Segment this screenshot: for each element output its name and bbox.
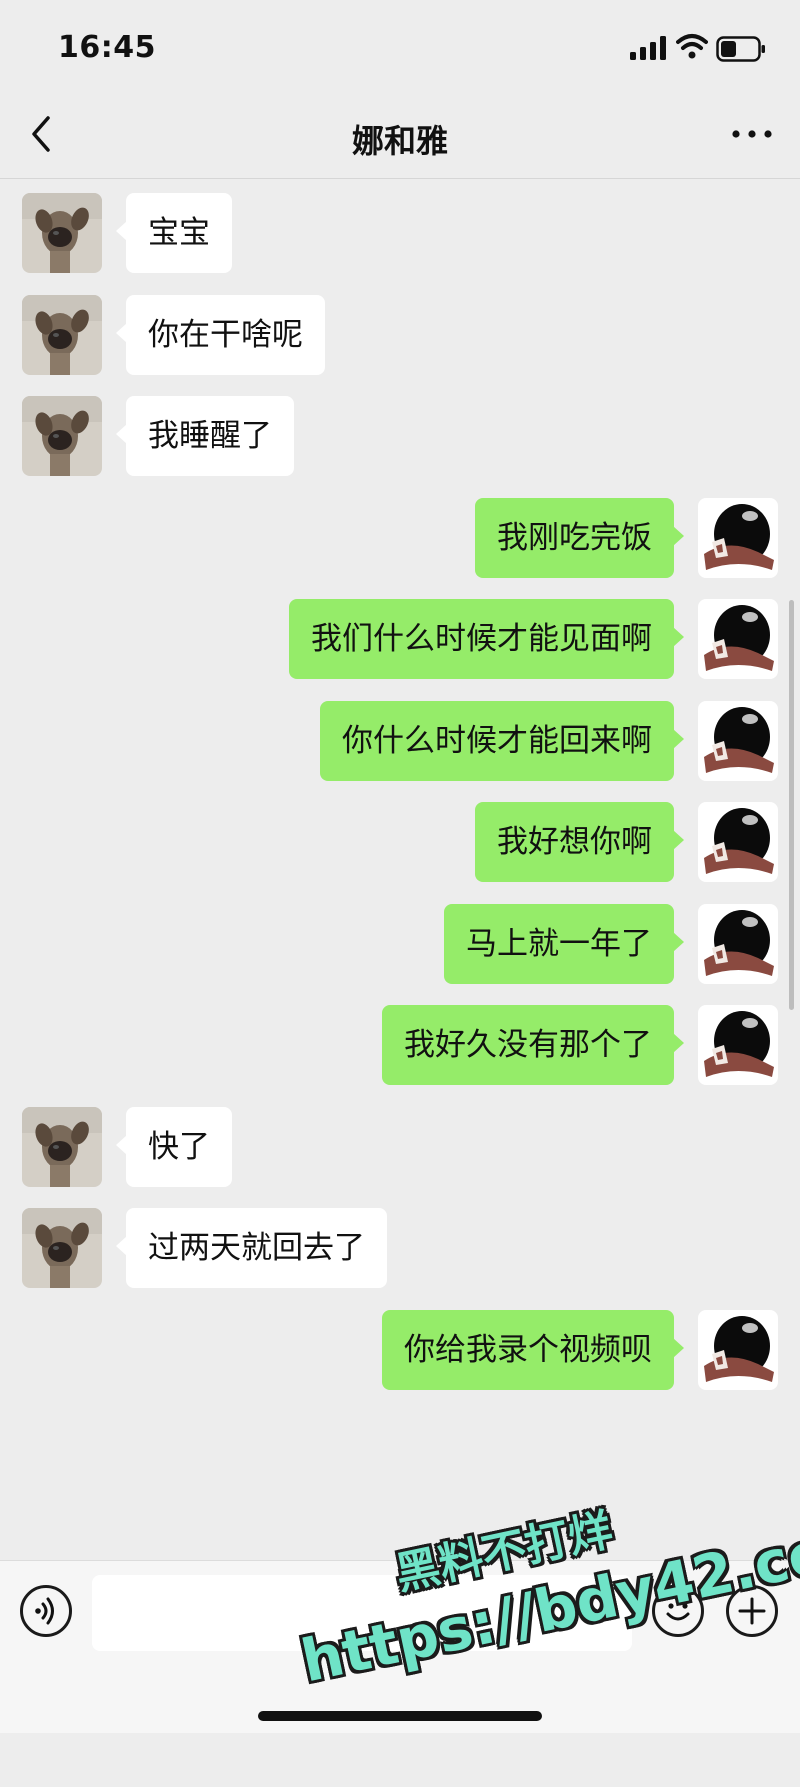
outgoing-message: 我们什么时候才能见面啊 bbox=[0, 599, 800, 683]
user-avatar[interactable] bbox=[698, 700, 778, 781]
outgoing-message: 你给我录个视频呗 bbox=[0, 1309, 800, 1394]
status-bar: 16:45 bbox=[0, 0, 800, 92]
chat-title: 娜和雅 bbox=[351, 122, 448, 160]
outgoing-message: 你什么时候才能回来啊 bbox=[0, 700, 800, 785]
message-bubble[interactable]: 宝宝 bbox=[116, 193, 232, 273]
incoming-message: 过两天就回去了 bbox=[0, 1208, 800, 1292]
message-bubble[interactable]: 我们什么时候才能见面啊 bbox=[289, 599, 684, 679]
scrollbar[interactable] bbox=[789, 600, 794, 1010]
user-avatar[interactable] bbox=[698, 1309, 778, 1390]
voice-icon bbox=[35, 1597, 54, 1625]
message-bubble[interactable]: 过两天就回去了 bbox=[116, 1208, 387, 1288]
message-bubble[interactable]: 我好久没有那个了 bbox=[382, 1005, 684, 1085]
contact-avatar[interactable] bbox=[22, 1208, 102, 1288]
voice-button[interactable] bbox=[20, 1585, 72, 1637]
message-list[interactable]: 宝宝 你在干啥呢 我睡醒了 我刚吃完饭 我们什么时候才能见面啊 你什么时候才能回… bbox=[0, 178, 800, 1560]
message-bubble[interactable]: 我睡醒了 bbox=[116, 396, 294, 476]
user-avatar[interactable] bbox=[698, 1005, 778, 1085]
contact-avatar[interactable] bbox=[22, 396, 102, 476]
message-bubble[interactable]: 你在干啥呢 bbox=[116, 294, 325, 375]
user-avatar[interactable] bbox=[698, 599, 778, 679]
emoji-icon bbox=[666, 1603, 690, 1621]
contact-avatar[interactable] bbox=[22, 1106, 102, 1187]
user-avatar[interactable] bbox=[698, 802, 778, 882]
incoming-message: 我睡醒了 bbox=[0, 396, 800, 480]
incoming-message: 你在干啥呢 bbox=[0, 294, 800, 379]
battery-icon bbox=[716, 36, 765, 62]
user-avatar[interactable] bbox=[698, 497, 778, 578]
contact-avatar[interactable] bbox=[22, 193, 102, 273]
message-input[interactable] bbox=[92, 1575, 632, 1651]
more-dots-icon[interactable] bbox=[730, 122, 774, 146]
plus-button[interactable] bbox=[726, 1585, 778, 1637]
message-bubble[interactable]: 你什么时候才能回来啊 bbox=[320, 700, 684, 781]
plus-icon bbox=[738, 1597, 766, 1625]
message-bubble[interactable]: 快了 bbox=[116, 1106, 232, 1187]
user-avatar[interactable] bbox=[698, 903, 778, 984]
contact-avatar[interactable] bbox=[22, 294, 102, 375]
outgoing-message: 我好想你啊 bbox=[0, 802, 800, 886]
message-bubble[interactable]: 我好想你啊 bbox=[475, 802, 684, 882]
outgoing-message: 马上就一年了 bbox=[0, 903, 800, 988]
outgoing-message: 我刚吃完饭 bbox=[0, 497, 800, 582]
chat-header: 娜和雅 bbox=[0, 92, 800, 179]
incoming-message: 快了 bbox=[0, 1106, 800, 1191]
message-bubble[interactable]: 你给我录个视频呗 bbox=[382, 1309, 684, 1390]
input-bar bbox=[0, 1560, 800, 1733]
status-time: 16:45 bbox=[58, 30, 156, 65]
incoming-message: 宝宝 bbox=[0, 193, 800, 277]
emoji-button[interactable] bbox=[652, 1585, 704, 1637]
outgoing-message: 我好久没有那个了 bbox=[0, 1005, 800, 1089]
message-bubble[interactable]: 我刚吃完饭 bbox=[475, 497, 684, 578]
wifi-icon bbox=[676, 34, 708, 59]
home-indicator bbox=[258, 1711, 542, 1721]
signal-icon bbox=[630, 36, 666, 60]
message-bubble[interactable]: 马上就一年了 bbox=[444, 903, 684, 984]
